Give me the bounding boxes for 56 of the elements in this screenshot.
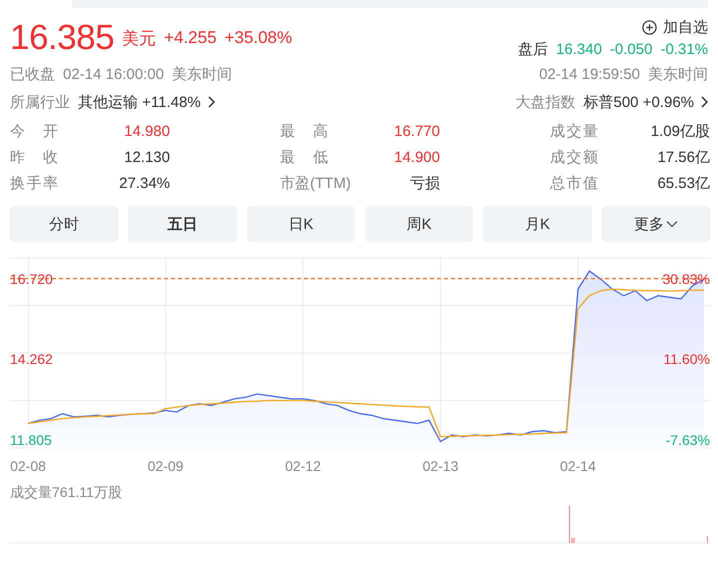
last-price: 16.385: [10, 18, 114, 58]
timezone: 美东时间: [172, 64, 232, 84]
stat-value: 亏损: [410, 174, 440, 192]
stat-label: 换手率: [10, 174, 58, 192]
index-label: 大盘指数: [516, 92, 576, 112]
percent-label: 11.60%: [664, 352, 710, 366]
x-axis-label: 02-08: [10, 458, 46, 474]
market-status: 已收盘: [10, 64, 55, 84]
y-axis-label: 16.720: [10, 272, 53, 286]
price-change: +4.255: [164, 28, 217, 48]
stat-label: 成交额: [550, 148, 598, 166]
industry-link[interactable]: 其他运输 +11.48%: [78, 92, 215, 112]
stat-value: 65.53亿: [657, 174, 710, 192]
period-tab[interactable]: 分时: [10, 206, 118, 242]
stat-value: 17.56亿: [657, 148, 710, 166]
y-axis-label: 14.262: [10, 352, 53, 366]
close-time: 02-14 16:00:00: [63, 66, 164, 82]
chevron-right-icon: [206, 96, 215, 108]
after-hours-time: 02-14 19:59:50: [539, 66, 640, 82]
stat-value: 14.900: [394, 148, 440, 166]
period-tab[interactable]: 日K: [246, 206, 355, 242]
x-axis-label: 02-09: [148, 458, 184, 474]
industry-label: 所属行业: [10, 92, 70, 112]
stat-label: 今 开: [10, 122, 58, 140]
stat-label: 市盈(TTM): [280, 174, 351, 192]
after-hours-label: 盘后: [518, 40, 548, 58]
period-tab[interactable]: 更多: [602, 206, 710, 242]
volume-label: 成交量761.11万股: [10, 484, 122, 500]
currency: 美元: [122, 28, 156, 50]
index-link[interactable]: 标普500 +0.96%: [584, 92, 708, 112]
after-hours-price: 16.340: [556, 40, 602, 58]
y-axis-label: 11.805: [10, 432, 52, 447]
stat-value: 27.34%: [119, 174, 170, 192]
stat-value: 16.770: [394, 122, 440, 140]
add-watchlist-button[interactable]: 加自选: [642, 18, 708, 36]
stat-value: 14.980: [124, 122, 170, 140]
x-axis-label: 02-13: [422, 458, 458, 474]
percent-label: -7.63%: [666, 432, 710, 447]
chevron-right-icon: [700, 96, 708, 108]
x-axis-label: 02-14: [560, 458, 596, 474]
stat-label: 总市值: [550, 174, 598, 192]
period-tab[interactable]: 周K: [364, 206, 474, 242]
stat-value: 1.09亿股: [650, 122, 710, 140]
stat-label: 最 高: [280, 122, 328, 140]
x-axis-label: 02-12: [285, 458, 321, 474]
stat-label: 昨 收: [10, 148, 58, 166]
stat-value: 12.130: [124, 148, 170, 166]
after-hours-change: -0.050: [610, 40, 652, 58]
period-tab[interactable]: 月K: [483, 206, 592, 242]
stat-label: 成交量: [550, 122, 598, 140]
stat-label: 最 低: [280, 148, 328, 166]
period-tab[interactable]: 五日: [128, 206, 237, 242]
change-percent: +35.08%: [224, 28, 292, 48]
plus-circle-icon: [642, 20, 657, 34]
after-hours-percent: -0.31%: [660, 40, 708, 58]
timezone: 美东时间: [648, 64, 708, 84]
